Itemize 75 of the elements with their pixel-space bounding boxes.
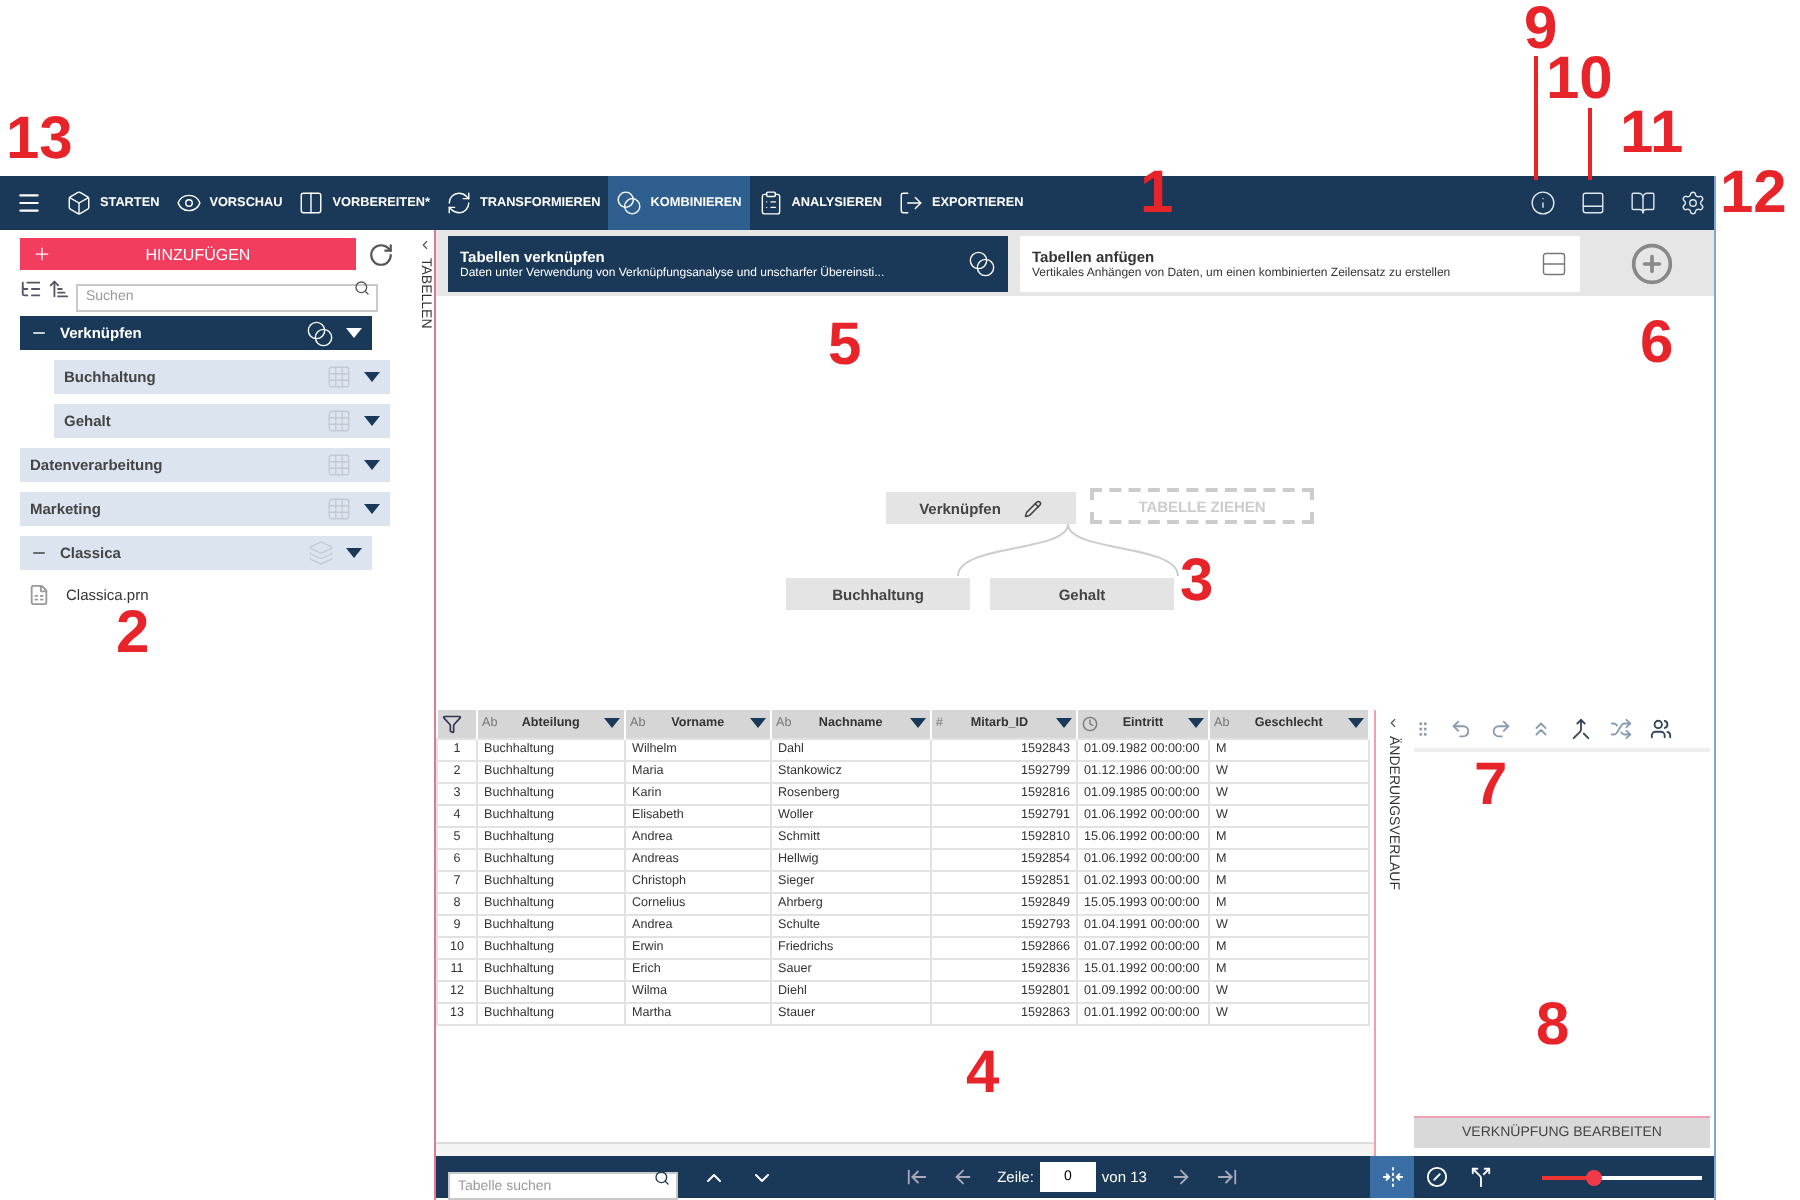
dropdown-icon[interactable] <box>364 372 380 382</box>
dropdown-icon[interactable] <box>364 460 380 470</box>
fit-height-toggle[interactable] <box>1370 1156 1414 1198</box>
tree-icon[interactable] <box>20 277 42 299</box>
collapse-icon[interactable] <box>1386 716 1400 730</box>
split-icon <box>1469 1166 1491 1188</box>
table-icon <box>326 408 352 434</box>
callout-number: 6 <box>1640 314 1674 374</box>
undo-icon[interactable] <box>1450 718 1472 740</box>
eye-icon <box>175 190 202 216</box>
columns-icon <box>298 190 325 216</box>
callout-number: 12 <box>1720 164 1787 224</box>
edit-icon[interactable] <box>1024 499 1043 517</box>
dropdown-icon[interactable] <box>1056 718 1072 729</box>
callout-number: 5 <box>828 316 862 376</box>
slider-thumb[interactable] <box>1586 1169 1603 1185</box>
search-icon[interactable] <box>354 280 370 296</box>
circles-icon <box>616 190 643 216</box>
expand-all-icon[interactable] <box>1530 718 1552 740</box>
leader-line <box>1588 108 1592 180</box>
grip-icon <box>1414 720 1432 738</box>
merge-icon[interactable] <box>1570 718 1592 740</box>
table-icon <box>326 452 352 478</box>
callout-number: 13 <box>6 110 73 170</box>
dropdown-icon[interactable] <box>1348 718 1364 729</box>
callout-number: 4 <box>966 1044 1000 1104</box>
join-icon <box>968 249 996 277</box>
prev-page-icon[interactable] <box>951 1166 974 1188</box>
plus-icon <box>32 244 52 264</box>
callout-number: 8 <box>1536 996 1570 1056</box>
table-icon <box>326 364 352 390</box>
last-page-icon[interactable] <box>1216 1166 1239 1188</box>
callout-number: 7 <box>1474 756 1508 816</box>
cycle-icon <box>445 190 472 216</box>
dropdown-icon[interactable] <box>603 718 620 729</box>
file-icon <box>28 584 50 606</box>
collapse-icon[interactable] <box>418 238 432 252</box>
dropdown-icon[interactable] <box>346 328 362 338</box>
cube-icon <box>66 190 92 216</box>
menu-icon[interactable] <box>16 190 42 216</box>
sort-icon[interactable] <box>48 277 70 299</box>
filter-icon[interactable] <box>441 713 461 734</box>
shuffle-icon[interactable] <box>1610 718 1632 740</box>
book-icon[interactable] <box>1630 190 1656 216</box>
dropdown-icon[interactable] <box>346 548 362 558</box>
callout-number: 1 <box>1140 164 1174 224</box>
join-icon <box>306 319 334 347</box>
refresh-icon[interactable] <box>368 241 394 267</box>
clock-icon <box>1082 715 1098 732</box>
dropdown-icon[interactable] <box>750 718 766 729</box>
redo-icon[interactable] <box>1490 718 1512 740</box>
add-join-icon[interactable] <box>1630 241 1674 285</box>
clipboard-icon <box>757 190 784 216</box>
settings-icon[interactable] <box>1680 190 1706 216</box>
callout-number: 3 <box>1180 552 1214 612</box>
append-icon <box>1540 249 1568 277</box>
stack-icon <box>308 540 334 566</box>
people-icon[interactable] <box>1650 718 1672 740</box>
panel-icon[interactable] <box>1580 190 1606 216</box>
leader-line <box>1534 56 1538 180</box>
dropdown-icon[interactable] <box>910 718 926 729</box>
table-icon <box>326 496 352 522</box>
callout-number: 2 <box>116 604 150 664</box>
search-icon[interactable] <box>654 1169 670 1185</box>
export-icon <box>897 190 924 216</box>
add-button[interactable]: HINZUFÜGEN <box>20 238 356 270</box>
callout-number: 11 <box>1620 104 1684 164</box>
dropdown-icon[interactable] <box>1187 718 1204 729</box>
dropdown-icon[interactable] <box>364 504 380 514</box>
null-icon <box>1425 1166 1447 1188</box>
dropdown-icon[interactable] <box>364 416 380 426</box>
first-page-icon[interactable] <box>905 1166 928 1188</box>
fit-height-icon <box>1381 1166 1403 1188</box>
info-icon[interactable] <box>1530 190 1556 216</box>
next-page-icon[interactable] <box>1170 1166 1193 1188</box>
